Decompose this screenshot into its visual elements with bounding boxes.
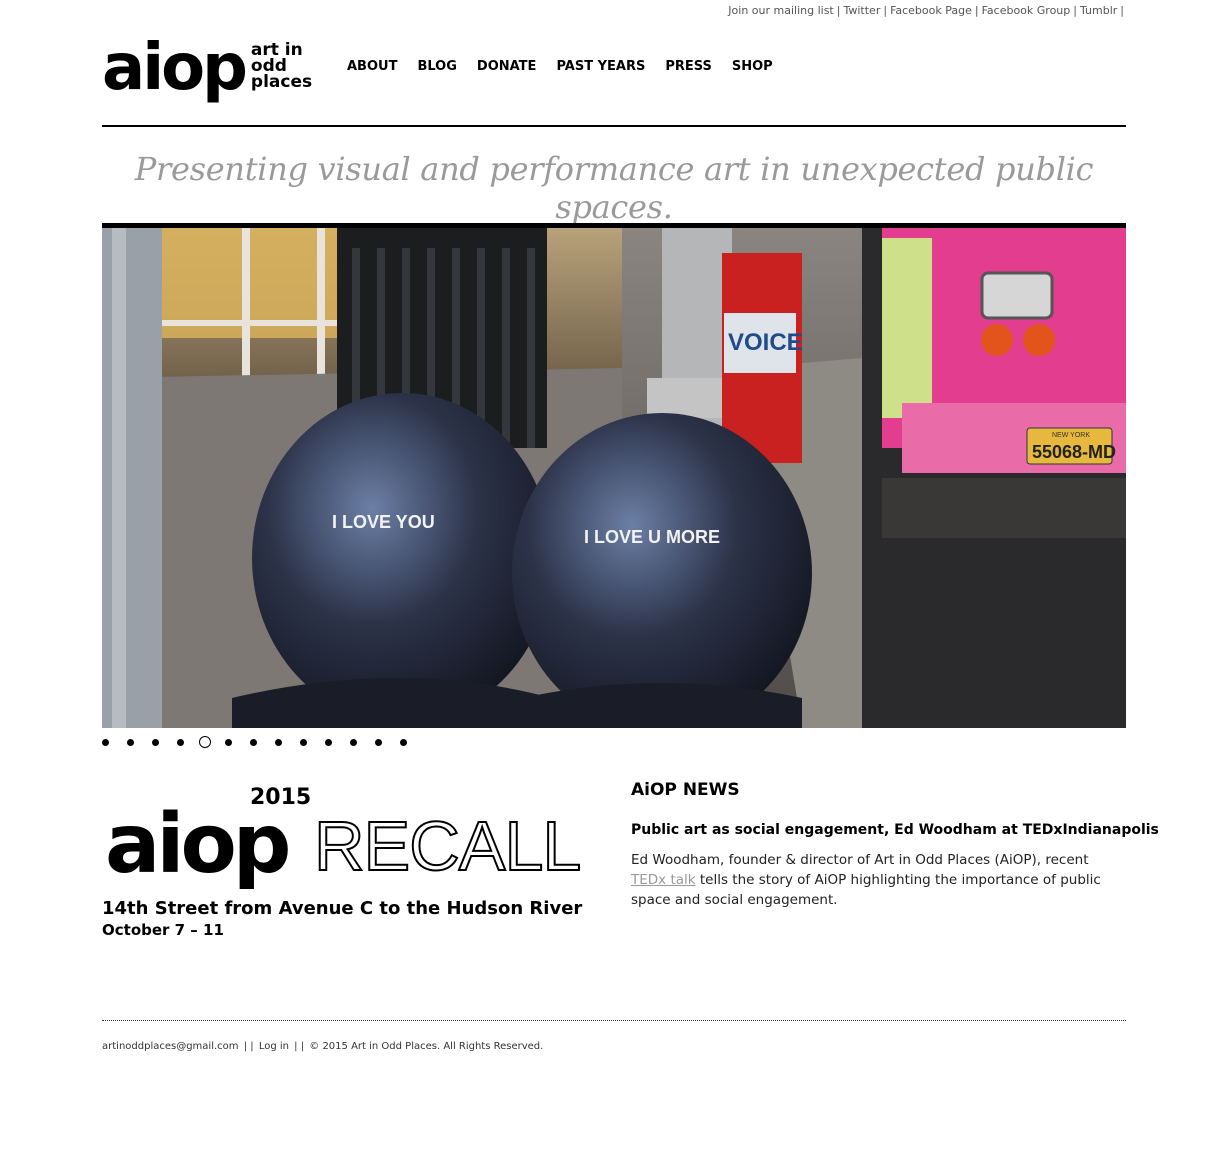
nav-press[interactable]: PRESS bbox=[665, 59, 712, 74]
slider-dot[interactable] bbox=[300, 738, 307, 746]
hero-slide-image[interactable]: VOICE NEW YORK 55068-MD I LOVE YOU I LOV… bbox=[102, 228, 1126, 728]
site-tagline: Presenting visual and performance art in… bbox=[134, 150, 1094, 226]
tedx-talk-link[interactable]: TEDx talk bbox=[631, 872, 696, 888]
logo-tag-line: places bbox=[250, 72, 313, 92]
footer-copyright: © 2015 Art in Odd Places. All Rights Res… bbox=[309, 1041, 544, 1052]
facebook-page-link[interactable]: Facebook Page bbox=[890, 4, 972, 17]
voice-box-text: VOICE bbox=[728, 329, 803, 356]
nav-shop[interactable]: SHOP bbox=[732, 59, 773, 74]
slider-dot[interactable] bbox=[375, 738, 382, 746]
separator: | bbox=[1120, 4, 1124, 17]
separator: | bbox=[836, 4, 841, 17]
slider-pagination bbox=[102, 736, 425, 748]
slider-dot[interactable] bbox=[102, 738, 109, 746]
plate-state: NEW YORK bbox=[1052, 432, 1090, 439]
slider-dot[interactable] bbox=[177, 738, 184, 746]
site-logo[interactable]: aiop art in odd places bbox=[102, 31, 313, 105]
slider-dot[interactable] bbox=[250, 738, 257, 746]
site-footer: artinoddplaces@gmail.com | | Log in | | … bbox=[102, 1041, 543, 1052]
separator: | bbox=[1073, 4, 1077, 17]
mailing-list-link[interactable]: Join our mailing list bbox=[728, 4, 833, 17]
separator: | bbox=[883, 4, 888, 17]
festival-location: 14th Street from Avenue C to the Hudson … bbox=[102, 898, 583, 919]
top-links: Join our mailing list | Twitter | Facebook P… bbox=[728, 4, 1127, 17]
recall-aiop-mark: aiop bbox=[105, 797, 291, 892]
facebook-group-link[interactable]: Facebook Group bbox=[982, 4, 1071, 17]
news-body-text: tells the story of AiOP highlighting the… bbox=[631, 872, 1101, 908]
main-nav: ABOUT BLOG DONATE PAST YEARS PRESS SHOP bbox=[347, 59, 793, 74]
plate-number: 55068-MD bbox=[1032, 442, 1116, 462]
header-divider bbox=[102, 125, 1126, 127]
slider-dot[interactable] bbox=[127, 738, 134, 746]
news-item-body: Ed Woodham, founder & director of Art in… bbox=[631, 850, 1126, 910]
slider-dot[interactable] bbox=[225, 738, 232, 746]
slider-dot[interactable] bbox=[152, 738, 159, 746]
nav-donate[interactable]: DONATE bbox=[477, 59, 537, 74]
festival-dates: October 7 – 11 bbox=[102, 921, 224, 939]
slider-dot[interactable] bbox=[275, 738, 282, 746]
logo-tagline: art in odd places bbox=[250, 42, 313, 92]
footer-separator: | | bbox=[294, 1041, 305, 1052]
footer-divider bbox=[102, 1020, 1126, 1021]
nav-about[interactable]: ABOUT bbox=[347, 59, 397, 74]
recall-2015-logo: 2015 aiop RECALL bbox=[102, 785, 602, 895]
slider-dot[interactable] bbox=[325, 738, 332, 746]
twitter-link[interactable]: Twitter bbox=[843, 4, 880, 17]
logo-mark: aiop bbox=[102, 31, 248, 105]
nav-past-years[interactable]: PAST YEARS bbox=[556, 59, 645, 74]
separator: | bbox=[974, 4, 979, 17]
slider-dot[interactable] bbox=[350, 738, 357, 746]
news-item-title[interactable]: Public art as social engagement, Ed Wood… bbox=[631, 822, 1159, 838]
bag-right-text: I LOVE U MORE bbox=[584, 527, 720, 547]
footer-email-link[interactable]: artinoddplaces@gmail.com bbox=[102, 1041, 239, 1052]
slider-dot-active[interactable] bbox=[199, 736, 211, 748]
news-body-text: Ed Woodham, founder & director of Art in… bbox=[631, 852, 1089, 868]
footer-login-link[interactable]: Log in bbox=[259, 1041, 289, 1052]
nav-blog[interactable]: BLOG bbox=[417, 59, 456, 74]
footer-separator: | | bbox=[243, 1041, 254, 1052]
recall-word: RECALL bbox=[313, 806, 582, 886]
street-scene-illustration: VOICE NEW YORK 55068-MD I LOVE YOU I LOV… bbox=[102, 228, 1126, 728]
slider-dot[interactable] bbox=[400, 738, 407, 746]
news-heading: AiOP NEWS bbox=[631, 780, 740, 800]
bag-left-text: I LOVE YOU bbox=[332, 512, 435, 532]
tumblr-link[interactable]: Tumblr bbox=[1080, 4, 1117, 17]
